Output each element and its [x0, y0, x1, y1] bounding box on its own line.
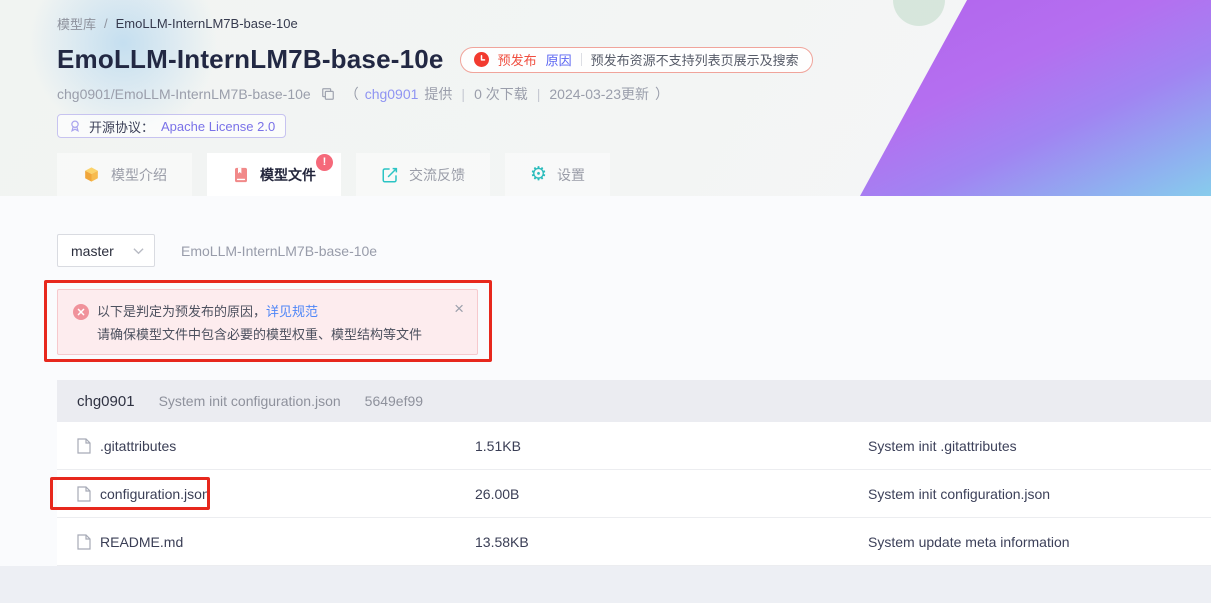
gear-icon: ⚙ [530, 165, 547, 184]
header-content: 模型库 / EmoLLM-InternLM7B-base-10e EmoLLM-… [0, 0, 1211, 138]
tab-label: 设置 [557, 165, 585, 185]
tab-feedback[interactable]: 交流反馈 [356, 153, 490, 196]
provider-link[interactable]: chg0901 [365, 86, 419, 102]
page-title: EmoLLM-InternLM7B-base-10e [57, 44, 444, 75]
file-icon [77, 486, 91, 502]
alert-text-line2: 请确保模型文件中包含必要的模型权重、模型结构等文件 [97, 324, 463, 345]
edit-icon [381, 166, 399, 184]
book-icon [232, 166, 250, 184]
model-header: 模型库 / EmoLLM-InternLM7B-base-10e EmoLLM-… [0, 0, 1211, 196]
meta-close-paren: ） [655, 84, 669, 104]
file-browser: master EmoLLM-InternLM7B-base-10e 以下是判定为… [0, 196, 1211, 603]
title-row: EmoLLM-InternLM7B-base-10e 预发布 原因 预发布资源不… [57, 44, 1211, 75]
file-name[interactable]: .gitattributes [100, 438, 176, 454]
license-name-link[interactable]: Apache License 2.0 [161, 119, 275, 134]
file-name-cell[interactable]: .gitattributes [57, 438, 475, 454]
file-description: System update meta information [868, 534, 1211, 550]
license-prefix: 开源协议： [89, 117, 154, 136]
latest-commit-bar: chg0901 System init configuration.json 5… [57, 380, 1211, 422]
file-table: chg0901 System init configuration.json 5… [57, 380, 1211, 566]
divider [581, 53, 582, 66]
alert-text: 以下是判定为预发布的原因，详见规范 [97, 301, 318, 322]
file-name[interactable]: README.md [100, 534, 183, 550]
error-icon [73, 304, 89, 320]
repo-path: chg0901/EmoLLM-InternLM7B-base-10e [57, 86, 311, 102]
file-size: 26.00B [475, 486, 868, 502]
branch-row: master EmoLLM-InternLM7B-base-10e [0, 196, 1211, 267]
copy-icon[interactable] [321, 87, 335, 101]
meta-open-paren: （ [345, 84, 359, 104]
file-size: 13.58KB [475, 534, 868, 550]
prerelease-badge: 预发布 原因 预发布资源不支持列表页展示及搜索 [460, 47, 813, 73]
commit-author: chg0901 [77, 393, 135, 410]
file-description: System init configuration.json [868, 486, 1211, 502]
prerelease-label: 预发布 [498, 50, 537, 69]
table-row: configuration.json 26.00B System init co… [57, 470, 1211, 518]
footer-strip [0, 566, 1211, 603]
file-icon [77, 534, 91, 550]
clock-icon [474, 52, 489, 67]
tab-label: 交流反馈 [409, 165, 465, 185]
file-description: System init .gitattributes [868, 438, 1211, 454]
divider: | [537, 86, 541, 102]
license-badge[interactable]: 开源协议： Apache License 2.0 [57, 114, 286, 138]
tab-model-intro[interactable]: 模型介绍 [57, 153, 192, 196]
model-page: 模型库 / EmoLLM-InternLM7B-base-10e EmoLLM-… [0, 0, 1211, 603]
repo-subtitle: chg0901/EmoLLM-InternLM7B-base-10e （ chg0… [57, 84, 1211, 104]
tab-settings[interactable]: ⚙ 设置 [505, 153, 610, 196]
commit-message: System init configuration.json [159, 393, 341, 409]
commit-hash: 5649ef99 [365, 393, 423, 409]
tab-label: 模型文件! [260, 165, 316, 185]
chevron-down-icon [133, 247, 144, 255]
medal-icon [68, 119, 82, 133]
breadcrumb-separator: / [104, 16, 108, 31]
alert-count-badge: ! [316, 154, 333, 171]
prerelease-reason-link[interactable]: 原因 [546, 50, 572, 69]
file-size: 1.51KB [475, 438, 868, 454]
cube-icon [82, 165, 101, 184]
prerelease-description: 预发布资源不支持列表页展示及搜索 [591, 50, 799, 69]
tab-label: 模型介绍 [111, 165, 167, 185]
table-row: README.md 13.58KB System update meta inf… [57, 518, 1211, 566]
breadcrumb-root-link[interactable]: 模型库 [57, 14, 96, 33]
provider-suffix: 提供 [424, 84, 452, 104]
file-name-cell[interactable]: configuration.json [57, 486, 475, 502]
breadcrumb: 模型库 / EmoLLM-InternLM7B-base-10e [57, 14, 1211, 33]
updated-date: 2024-03-23更新 [549, 84, 649, 104]
table-row: .gitattributes 1.51KB System init .gitat… [57, 422, 1211, 470]
breadcrumb-current: EmoLLM-InternLM7B-base-10e [116, 16, 298, 31]
divider: | [461, 86, 465, 102]
prerelease-alert: 以下是判定为预发布的原因，详见规范 请确保模型文件中包含必要的模型权重、模型结构… [57, 289, 478, 355]
file-icon [77, 438, 91, 454]
tab-bar: 模型介绍 模型文件! 交流反馈 ⚙ 设置 [57, 153, 610, 196]
branch-repo-label: EmoLLM-InternLM7B-base-10e [181, 243, 377, 259]
close-icon[interactable]: × [454, 302, 464, 316]
downloads-count: 0 次下载 [474, 84, 528, 104]
branch-value: master [71, 243, 114, 259]
tab-model-files[interactable]: 模型文件! [207, 153, 341, 196]
branch-select[interactable]: master [57, 234, 155, 267]
file-name-cell[interactable]: README.md [57, 534, 475, 550]
alert-line1: 以下是判定为预发布的原因，详见规范 [73, 301, 463, 322]
rule-spec-link[interactable]: 详见规范 [266, 304, 318, 319]
file-name[interactable]: configuration.json [100, 486, 210, 502]
